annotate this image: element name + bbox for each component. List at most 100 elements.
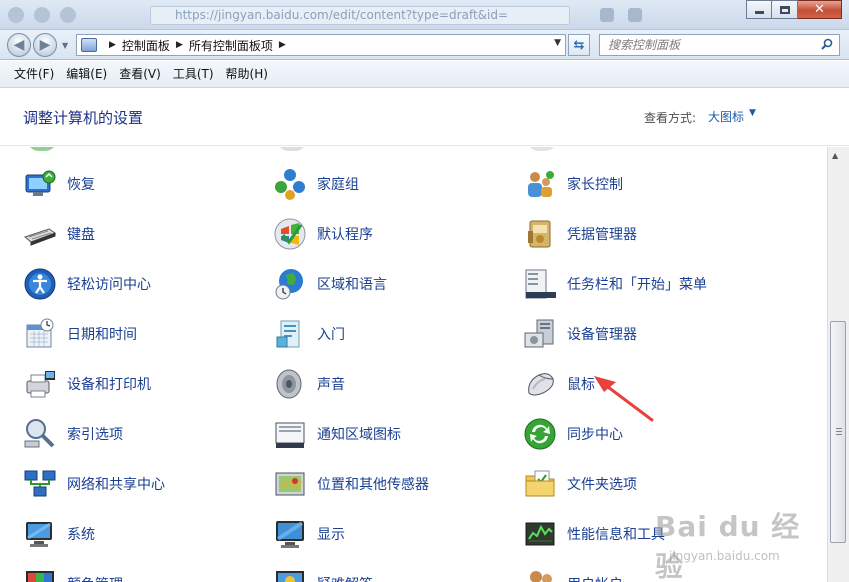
cp-item-region-language[interactable]: 区域和语言	[273, 264, 387, 304]
search-input[interactable]	[608, 35, 818, 55]
menu-tools[interactable]: 工具(T)	[167, 63, 220, 85]
cp-item-label: 索引选项	[67, 427, 123, 443]
cp-item-system[interactable]: 系统	[23, 514, 95, 554]
recovery-icon	[25, 170, 56, 196]
region-language-icon	[275, 269, 303, 300]
cp-item-getting-started[interactable]: 入门	[273, 314, 345, 354]
arrow-left-icon: ◀	[13, 37, 25, 53]
cp-item-user-accounts[interactable]: 用户帐户	[523, 564, 623, 582]
sync-center-icon	[524, 418, 556, 450]
cp-item-ease-of-access[interactable]: 轻松访问中心	[23, 264, 151, 304]
background-browser-toolbar: https://jingyan.baidu.com/edit/content?t…	[0, 0, 849, 30]
cp-item-label: 区域和语言	[317, 277, 387, 293]
address-toolbar: ◀ ▶ ▼ ▶ 控制面板 ▶ 所有控制面板项 ▶ ▼ ⇆	[0, 30, 849, 60]
view-by-selector[interactable]: 大图标	[708, 108, 744, 125]
cp-item-label: 家庭组	[317, 177, 359, 193]
recent-pages-dropdown[interactable]: ▼	[62, 41, 68, 50]
cp-item-location-sensors[interactable]: 位置和其他传感器	[273, 464, 429, 504]
cp-item-troubleshooting[interactable]: 疑难解答	[273, 564, 373, 582]
browser-star-icon	[600, 8, 614, 22]
cp-item-display[interactable]: 显示	[273, 514, 345, 554]
cp-item-date-time[interactable]: 日期和时间	[23, 314, 137, 354]
scroll-thumb[interactable]	[830, 321, 846, 543]
minimize-button[interactable]	[746, 0, 772, 19]
cp-item-performance[interactable]: 性能信息和工具	[523, 514, 665, 554]
address-dropdown-icon[interactable]: ▼	[554, 38, 561, 48]
cp-item-keyboard[interactable]: 键盘	[23, 214, 95, 254]
cp-item-label: 凭据管理器	[567, 227, 637, 243]
control-panel-items: 恢复 家庭组 家长控制 键盘 默认程序 凭据管理器 轻松访问中心 区域和语言 任…	[0, 147, 827, 582]
device-manager-icon	[524, 319, 554, 348]
cp-item-taskbar-start[interactable]: 任务栏和「开始」菜单	[523, 264, 707, 304]
breadcrumb-control-panel[interactable]: 控制面板	[122, 37, 170, 54]
menu-edit[interactable]: 编辑(E)	[60, 63, 113, 85]
address-bar[interactable]: ▶ 控制面板 ▶ 所有控制面板项 ▶ ▼	[76, 34, 566, 56]
page-header: 调整计算机的设置 查看方式: 大图标 ▼	[0, 89, 849, 146]
network-sharing-icon	[24, 470, 56, 497]
breadcrumb-separator-icon[interactable]: ▶	[109, 40, 116, 50]
close-icon: ✕	[814, 2, 825, 17]
display-icon	[276, 521, 304, 548]
cp-item-device-manager[interactable]: 设备管理器	[523, 314, 637, 354]
search-icon[interactable]	[821, 38, 833, 50]
scroll-up-arrow-icon[interactable]: ▲	[832, 151, 838, 160]
browser-tool-icon	[628, 8, 642, 22]
search-box[interactable]	[599, 34, 840, 56]
cp-item-label: 用户帐户	[567, 574, 623, 582]
cp-item-label: 鼠标	[567, 377, 595, 393]
cp-item-notification-area[interactable]: 通知区域图标	[273, 414, 401, 454]
cp-item-label: 恢复	[67, 177, 95, 193]
breadcrumb-separator-icon[interactable]: ▶	[279, 40, 286, 50]
background-browser-tools	[600, 8, 642, 22]
sound-icon	[276, 369, 302, 399]
cp-item-recovery[interactable]: 恢复	[23, 164, 95, 204]
cp-item-color-management[interactable]: 颜色管理	[23, 564, 123, 582]
forward-button[interactable]: ▶	[33, 33, 57, 57]
cp-item-label: 位置和其他传感器	[317, 477, 429, 493]
cp-item-mouse[interactable]: 鼠标	[523, 364, 595, 404]
cp-item-parental-controls[interactable]: 家长控制	[523, 164, 623, 204]
refresh-button[interactable]: ⇆	[568, 34, 590, 56]
breadcrumb-separator-icon[interactable]: ▶	[176, 40, 183, 50]
cp-item-label: 声音	[317, 377, 345, 393]
menu-help[interactable]: 帮助(H)	[220, 63, 274, 85]
cp-item-indexing-options[interactable]: 索引选项	[23, 414, 123, 454]
cp-item-label: 显示	[317, 527, 345, 543]
cp-item-folder-options[interactable]: 文件夹选项	[523, 464, 637, 504]
minimize-icon	[754, 11, 764, 14]
cp-item-label: 性能信息和工具	[567, 527, 665, 543]
taskbar-start-icon	[525, 269, 556, 299]
cp-item-default-programs[interactable]: 默认程序	[273, 214, 373, 254]
cp-item-label: 默认程序	[317, 227, 373, 243]
close-button[interactable]: ✕	[798, 0, 842, 19]
view-by-label: 查看方式:	[644, 111, 697, 125]
menu-file[interactable]: 文件(F)	[8, 63, 60, 85]
arrow-right-icon: ▶	[39, 37, 51, 53]
maximize-button[interactable]	[772, 0, 798, 19]
vertical-scrollbar[interactable]: ▲	[827, 147, 849, 582]
cp-item-label: 设备管理器	[567, 327, 637, 343]
cp-item-sync-center[interactable]: 同步中心	[523, 414, 623, 454]
cp-item-label: 系统	[67, 527, 95, 543]
cp-item-label: 疑难解答	[317, 574, 373, 582]
menu-view[interactable]: 查看(V)	[113, 63, 167, 85]
view-by-dropdown-icon[interactable]: ▼	[749, 108, 756, 118]
refresh-icon: ⇆	[573, 37, 585, 53]
cp-item-sound[interactable]: 声音	[273, 364, 345, 404]
breadcrumb-all-items[interactable]: 所有控制面板项	[189, 37, 273, 54]
cp-item-homegroup[interactable]: 家庭组	[273, 164, 359, 204]
window-caption-buttons: ✕	[746, 0, 842, 19]
homegroup-icon	[275, 169, 305, 200]
cp-item-credential-manager[interactable]: 凭据管理器	[523, 214, 637, 254]
page-title: 调整计算机的设置	[23, 109, 144, 127]
scroll-grip-icon	[836, 428, 842, 435]
cp-item-network-sharing[interactable]: 网络和共享中心	[23, 464, 165, 504]
menu-bar: 文件(F) 编辑(E) 查看(V) 工具(T) 帮助(H)	[0, 61, 849, 88]
cp-item-label: 同步中心	[567, 427, 623, 443]
getting-started-icon	[276, 320, 300, 348]
back-button[interactable]: ◀	[7, 33, 31, 57]
partial-item-icon	[527, 147, 557, 151]
cp-item-devices-printers[interactable]: 设备和打印机	[23, 364, 151, 404]
parental-controls-icon	[528, 171, 554, 197]
keyboard-icon	[23, 228, 57, 246]
